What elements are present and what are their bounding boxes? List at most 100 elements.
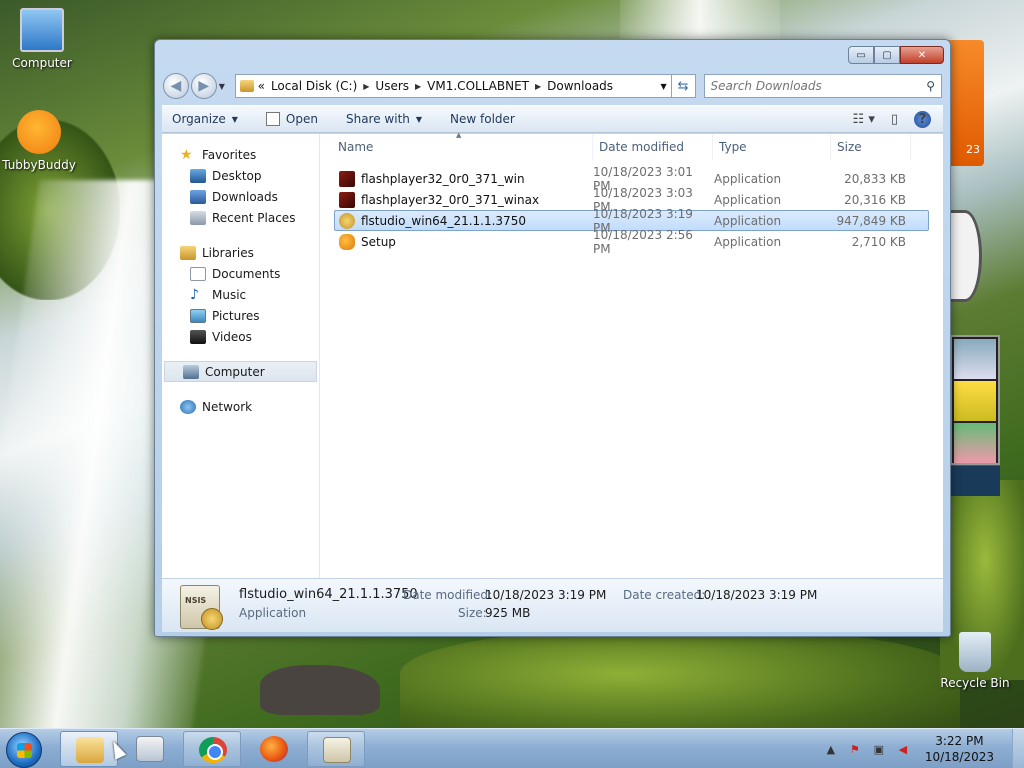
file-row[interactable]: Setup 10/18/2023 2:56 PM Application 2,7… <box>334 228 929 256</box>
nav-item-label: Desktop <box>212 168 262 183</box>
wallpaper-moss-bottom <box>400 630 960 740</box>
nav-item-label: Pictures <box>212 308 260 323</box>
share-with-button[interactable]: Share with ▼ <box>346 112 422 126</box>
breadcrumb-downloads[interactable]: Downloads <box>547 79 613 93</box>
taskbar-media-player-button[interactable] <box>121 731 179 767</box>
nav-item-recent-places[interactable]: Recent Places <box>162 207 319 228</box>
show-desktop-button[interactable] <box>1012 729 1024 768</box>
nsis-installer-icon <box>339 212 355 229</box>
breadcrumb-separator-icon[interactable]: ▶ <box>535 82 541 91</box>
back-button[interactable]: ◀ <box>163 73 189 99</box>
preview-pane-icon[interactable]: ▯ <box>891 112 898 127</box>
taskbar-chrome-button[interactable] <box>183 731 241 767</box>
open-button[interactable]: Open <box>265 112 318 126</box>
nav-item-music[interactable]: ♪ Music <box>162 284 319 305</box>
toolbar-right: ☷ ▾ ▯ ? <box>837 110 943 128</box>
explorer-window: ▭ ▢ ✕ ◀ ▶ ▼ « Local Disk (C:) ▶ Users ▶ … <box>154 39 951 637</box>
show-hidden-icons-icon[interactable]: ▲ <box>823 741 839 757</box>
taskbar: ▲ ⚑ ▣ ◀ 3:22 PM 10/18/2023 <box>0 728 1024 768</box>
maximize-button[interactable]: ▢ <box>874 46 900 64</box>
nav-item-pictures[interactable]: Pictures <box>162 305 319 326</box>
desktop-icon-computer[interactable]: Computer <box>0 8 84 70</box>
column-header-size[interactable]: Size <box>831 134 911 160</box>
nav-item-label: Computer <box>205 364 265 379</box>
address-overflow-chevron[interactable]: « <box>258 79 265 93</box>
star-icon: ★ <box>180 146 193 163</box>
nav-item-downloads[interactable]: Downloads <box>162 186 319 207</box>
organize-button[interactable]: Organize ▼ <box>172 112 238 126</box>
media-player-icon <box>136 736 164 762</box>
forward-button[interactable]: ▶ <box>190 73 217 99</box>
chevron-down-icon: ▼ <box>231 114 238 124</box>
details-date-created: 10/18/2023 3:19 PM <box>696 588 818 602</box>
nav-item-label: Videos <box>212 329 252 344</box>
file-size: 20,833 KB <box>844 171 906 186</box>
column-header-date-modified[interactable]: Date modified <box>593 134 713 160</box>
column-header-type[interactable]: Type <box>713 134 831 160</box>
breadcrumb-user-folder[interactable]: VM1.COLLABNET <box>427 79 529 93</box>
nav-group-computer: Computer <box>162 361 319 382</box>
breadcrumb-users[interactable]: Users <box>375 79 409 93</box>
action-center-icon[interactable]: ⚑ <box>847 741 863 757</box>
nav-item-documents[interactable]: Documents <box>162 263 319 284</box>
search-box[interactable]: ⚲ <box>703 74 943 98</box>
network-status-icon[interactable]: ▣ <box>871 741 887 757</box>
nsis-icon-label: NSIS <box>185 596 207 605</box>
address-dropdown-icon[interactable]: ▼ <box>661 82 667 91</box>
help-icon[interactable]: ? <box>914 110 931 128</box>
system-tray: ▲ ⚑ ▣ ◀ 3:22 PM 10/18/2023 <box>815 729 1024 768</box>
refresh-button[interactable]: ⇆ <box>671 74 696 98</box>
chrome-icon <box>199 737 227 763</box>
nav-item-libraries[interactable]: Libraries <box>162 242 319 263</box>
nav-item-videos[interactable]: Videos <box>162 326 319 347</box>
search-input[interactable] <box>710 79 927 93</box>
desktop-icon-recycle-bin[interactable]: Recycle Bin <box>933 632 1017 690</box>
volume-muted-icon[interactable]: ◀ <box>895 741 911 757</box>
sort-ascending-icon: ▲ <box>456 131 462 139</box>
taskbar-clock[interactable]: 3:22 PM 10/18/2023 <box>925 733 994 765</box>
breadcrumb-local-disk[interactable]: Local Disk (C:) <box>271 79 357 93</box>
caption-buttons: ▭ ▢ ✕ <box>848 46 944 64</box>
address-bar[interactable]: « Local Disk (C:) ▶ Users ▶ VM1.COLLABNE… <box>234 74 672 98</box>
file-size: 947,849 KB <box>836 213 906 228</box>
search-icon[interactable]: ⚲ <box>926 79 935 93</box>
breadcrumb-separator-icon[interactable]: ▶ <box>415 82 421 91</box>
recent-pages-dropdown[interactable]: ▼ <box>219 82 231 91</box>
desktop-icon-label: TubbyBuddy <box>2 158 76 172</box>
nsis-installer-icon <box>323 737 351 763</box>
flash-icon <box>339 191 355 208</box>
start-button[interactable] <box>6 732 42 768</box>
nsis-installer-icon: NSIS <box>180 585 223 630</box>
nav-item-favorites[interactable]: ★ Favorites <box>162 144 319 165</box>
close-button[interactable]: ✕ <box>900 46 944 64</box>
clock-gadget[interactable] <box>948 210 982 302</box>
downloads-icon <box>190 189 206 204</box>
refresh-icon: ⇆ <box>677 78 689 94</box>
share-with-label: Share with <box>345 112 410 126</box>
column-headers: ▲ Name Date modified Type Size <box>320 131 943 160</box>
breadcrumb-separator-icon[interactable]: ▶ <box>363 82 369 91</box>
minimize-button[interactable]: ▭ <box>848 46 874 64</box>
taskbar-firefox-button[interactable] <box>245 731 303 767</box>
slideshow-gadget[interactable] <box>950 335 1000 465</box>
details-file-name: flstudio_win64_21.1.1.3750 <box>239 587 418 602</box>
file-name: Setup <box>361 234 396 249</box>
taskbar-explorer-button[interactable] <box>60 731 118 767</box>
taskbar-installer-button[interactable] <box>307 731 365 767</box>
chevron-down-icon: ▼ <box>415 114 423 124</box>
file-size: 2,710 KB <box>851 234 906 249</box>
nav-item-label: Favorites <box>202 147 257 162</box>
slide-thumb <box>954 339 996 379</box>
nav-item-network[interactable]: Network <box>162 396 319 417</box>
forward-arrow-icon: ▶ <box>198 78 210 94</box>
calendar-gadget-date: 23 <box>966 143 980 156</box>
nav-item-label: Recent Places <box>212 210 296 225</box>
new-folder-button[interactable]: New folder <box>450 112 515 126</box>
nav-item-desktop[interactable]: Desktop <box>162 165 319 186</box>
desktop-icon-tubbybuddy[interactable]: TubbyBuddy <box>0 110 81 172</box>
firefox-icon <box>260 736 288 762</box>
change-view-icon[interactable]: ☷ ▾ <box>853 112 875 127</box>
nav-item-computer[interactable]: Computer <box>164 361 317 382</box>
navigation-bar: ◀ ▶ ▼ « Local Disk (C:) ▶ Users ▶ VM1.CO… <box>163 73 943 99</box>
file-type: Application <box>714 192 782 207</box>
